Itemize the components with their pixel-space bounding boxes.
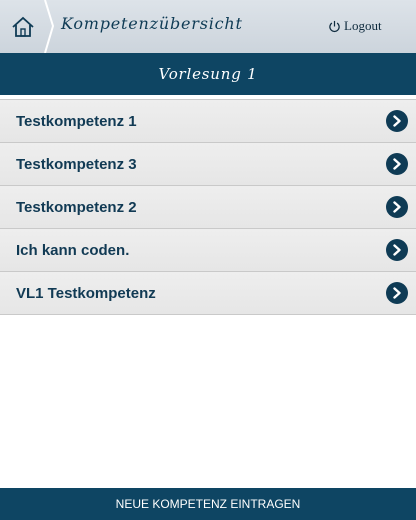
power-icon (329, 20, 340, 32)
new-competency-button[interactable]: NEUE KOMPETENZ EINTRAGEN (0, 488, 416, 520)
chevron-right-icon[interactable] (386, 153, 408, 175)
logout-button[interactable]: Logout (328, 18, 382, 34)
course-header: Vorlesung 1 (0, 53, 416, 95)
list-item[interactable]: Testkompetenz 2 (0, 186, 416, 229)
chevron-right-icon[interactable] (386, 239, 408, 261)
list-item-label: Ich kann coden. (16, 241, 130, 259)
chevron-right-icon[interactable] (386, 196, 408, 218)
header-divider (44, 0, 55, 53)
list-item[interactable]: Testkompetenz 3 (0, 143, 416, 186)
list-item[interactable]: Testkompetenz 1 (0, 100, 416, 143)
logout-label: Logout (344, 18, 382, 33)
chevron-right-icon[interactable] (386, 110, 408, 132)
chevron-right-icon[interactable] (386, 282, 408, 304)
page-title: Kompetenzübersicht (61, 14, 243, 33)
list-item[interactable]: Ich kann coden. (0, 229, 416, 272)
new-competency-label: NEUE KOMPETENZ EINTRAGEN (115, 497, 301, 511)
list-item-label: VL1 Testkompetenz (16, 284, 156, 302)
top-bar: Kompetenzübersicht Logout (0, 0, 416, 53)
course-title: Vorlesung 1 (158, 65, 258, 83)
list-item[interactable]: VL1 Testkompetenz (0, 272, 416, 315)
list-item-label: Testkompetenz 1 (16, 112, 137, 130)
home-button[interactable] (0, 0, 46, 53)
list-item-label: Testkompetenz 3 (16, 155, 137, 173)
list-item-label: Testkompetenz 2 (16, 198, 137, 216)
home-icon (12, 16, 34, 37)
competency-list: Testkompetenz 1 Testkompetenz 3 Testkomp… (0, 99, 416, 315)
